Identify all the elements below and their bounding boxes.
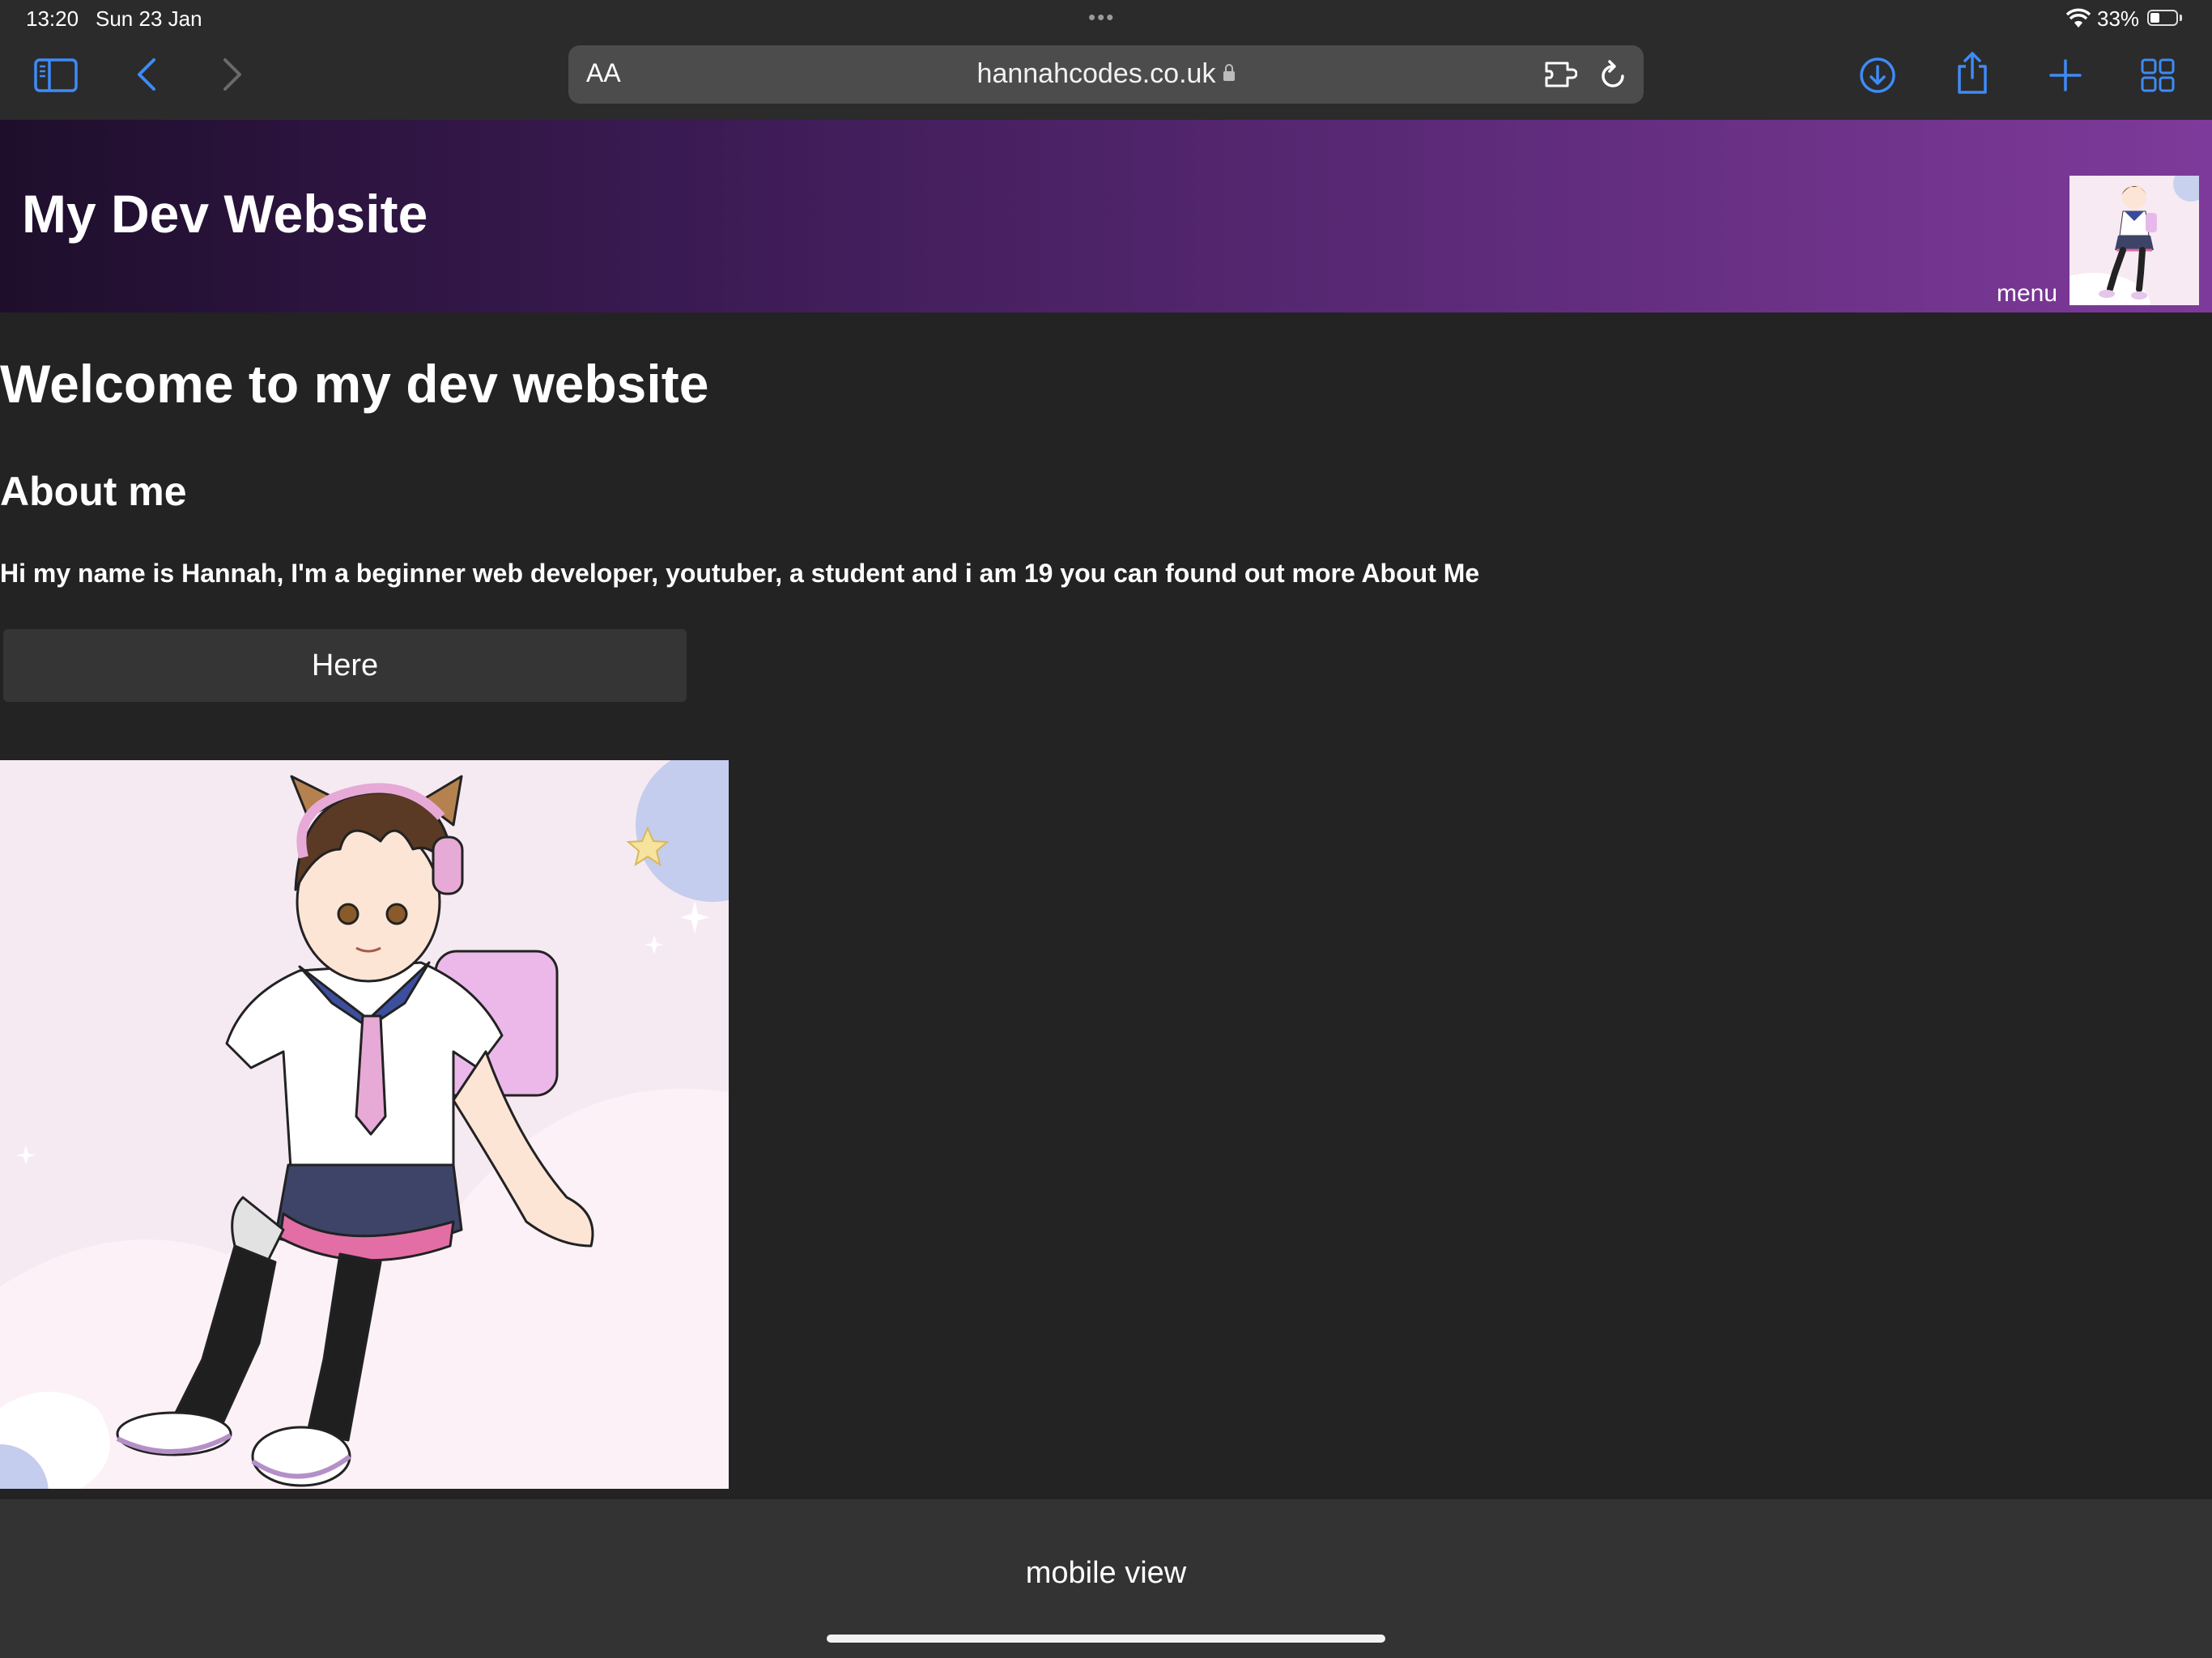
- about-me-heading: About me: [0, 469, 187, 514]
- wifi-icon: [2066, 8, 2091, 28]
- site-header: My Dev Website menu: [0, 120, 2212, 312]
- mobile-view-link[interactable]: mobile view: [0, 1556, 2212, 1591]
- about-me-paragraph: Hi my name is Hannah, I'm a beginner web…: [0, 559, 1480, 588]
- home-indicator[interactable]: [827, 1635, 1385, 1643]
- url-text: hannahcodes.co.uk: [976, 58, 1216, 89]
- url-field[interactable]: hannahcodes.co.uk: [568, 58, 1644, 90]
- back-icon[interactable]: [136, 57, 157, 92]
- anime-character-image: [0, 760, 729, 1489]
- lock-icon: [1223, 64, 1236, 81]
- address-bar[interactable]: AA hannahcodes.co.uk: [568, 45, 1644, 104]
- download-icon[interactable]: [1859, 57, 1896, 94]
- tabs-overview-icon[interactable]: [2141, 58, 2175, 92]
- browser-toolbar: AA hannahcodes.co.uk: [0, 37, 2212, 120]
- site-title[interactable]: My Dev Website: [22, 183, 428, 244]
- here-button[interactable]: Here: [3, 629, 687, 702]
- status-date: Sun 23 Jan: [96, 6, 202, 31]
- sidebar-icon[interactable]: [34, 58, 78, 92]
- battery-icon: [2147, 10, 2182, 26]
- share-icon[interactable]: [1955, 50, 1990, 96]
- extensions-icon[interactable]: [1543, 58, 1577, 91]
- reload-icon[interactable]: [1598, 58, 1629, 91]
- battery-percentage: 33%: [2097, 6, 2140, 31]
- menu-avatar-image[interactable]: [2069, 176, 2199, 305]
- forward-icon[interactable]: [222, 57, 243, 92]
- new-tab-icon[interactable]: [2048, 58, 2082, 92]
- welcome-heading: Welcome to my dev website: [0, 354, 709, 414]
- status-time: 13:20: [26, 6, 79, 31]
- menu-button[interactable]: menu: [1997, 280, 2057, 308]
- multitasking-dots-icon[interactable]: •••: [1088, 5, 1115, 30]
- status-bar: 13:20 Sun 23 Jan ••• 33%: [0, 0, 2212, 37]
